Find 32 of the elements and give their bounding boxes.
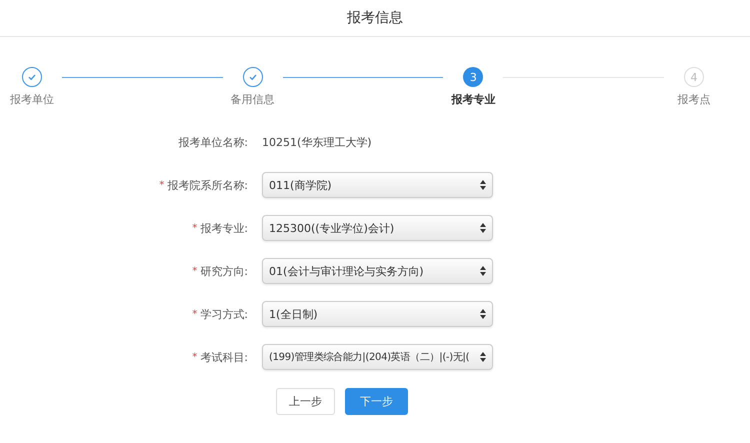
up-down-icon (480, 180, 486, 190)
field-label: 研究方向: (200, 264, 248, 278)
field-label: 报考单位名称: (178, 134, 248, 150)
required-mark: * (192, 222, 198, 234)
select-field[interactable]: (199)管理类综合能力|(204)英语（二）|(-)无|( (262, 344, 493, 370)
check-icon (248, 72, 258, 82)
select-field[interactable]: 011(商学院) (262, 172, 493, 198)
required-mark: * (159, 180, 164, 190)
previous-button[interactable]: 上一步 (276, 388, 335, 415)
up-down-icon (480, 223, 486, 233)
select-field[interactable]: 125300((专业学位)会计) (262, 215, 493, 241)
step-indicator: 3 (463, 67, 484, 87)
field-label: 报考专业: (200, 220, 248, 236)
step-label: 报考专业 (451, 92, 496, 107)
step-label: 备用信息 (230, 92, 275, 107)
up-down-icon (480, 352, 486, 362)
page-title: 报考信息 (347, 9, 403, 27)
up-down-icon (480, 266, 486, 276)
select-field[interactable]: 1(全日制) (262, 301, 493, 327)
check-icon (27, 72, 37, 82)
required-mark: * (192, 352, 198, 362)
step-label: 报考单位 (10, 92, 54, 107)
select-field[interactable]: 01(会计与审计理论与实务方向) (262, 258, 493, 284)
up-down-icon (480, 309, 486, 319)
field-label: 考试科目: (200, 350, 248, 364)
step-indicator: 4 (684, 67, 704, 87)
field-label: 报考院系所名称: (167, 178, 248, 192)
field-value: 10251(华东理工大学) (262, 134, 372, 150)
required-mark: * (192, 308, 198, 320)
required-mark: * (192, 266, 198, 276)
step-label: 报考点 (678, 92, 711, 107)
field-label: 学习方式: (200, 306, 248, 322)
